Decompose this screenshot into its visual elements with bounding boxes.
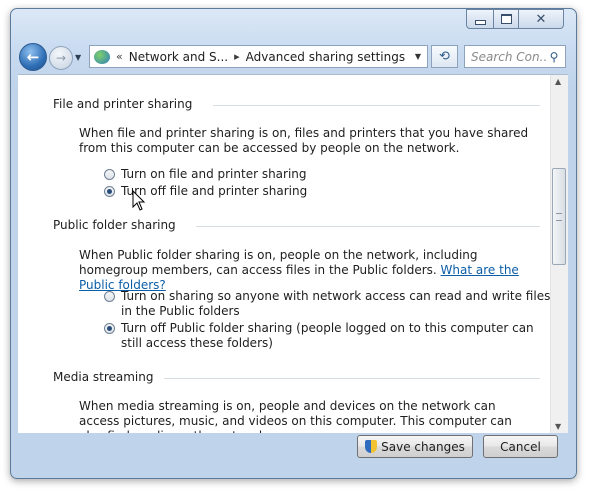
recent-pages-dropdown[interactable]: ▼ [75,53,81,62]
maximize-icon [500,14,512,24]
divider [196,226,540,227]
media-streaming-description: When media streaming is on, people and d… [79,399,512,433]
save-changes-button[interactable]: Save changes [357,435,473,458]
search-input[interactable]: Search Con... [465,50,546,64]
close-button[interactable]: ✕ [518,9,564,29]
radio-label[interactable]: Turn on file and printer sharing [121,167,551,182]
section-title-media-streaming: Media streaming [53,370,154,384]
radio-label[interactable]: Turn off Public folder sharing (people l… [121,321,551,351]
back-arrow-icon: ← [26,48,40,66]
breadcrumb-advanced-sharing[interactable]: Advanced sharing settings [246,50,405,64]
address-bar[interactable]: « Network and S... ▸ Advanced sharing se… [89,45,428,68]
scrollbar-thumb[interactable] [552,168,566,265]
radio-public-sharing-on[interactable]: Turn on sharing so anyone with network a… [104,289,551,319]
vertical-scrollbar[interactable]: ▲ ▼ [550,75,568,433]
minimize-icon [474,19,486,25]
radio-label[interactable]: Turn on sharing so anyone with network a… [121,289,551,319]
minimize-button[interactable] [466,9,494,29]
public-folder-description: When Public folder sharing is on, people… [79,248,534,293]
radio-public-sharing-off[interactable]: Turn off Public folder sharing (people l… [104,321,551,351]
back-button[interactable]: ← [19,43,47,71]
refresh-button[interactable]: ⟲ [431,45,458,68]
close-icon: ✕ [535,11,547,27]
section-title-public-folder: Public folder sharing [53,218,176,232]
breadcrumb-separator[interactable]: ▸ [234,50,240,63]
cancel-button[interactable]: Cancel [483,435,558,458]
file-printer-description: When file and printer sharing is on, fil… [79,126,529,155]
address-dropdown-icon[interactable]: ▼ [415,52,421,61]
forward-arrow-icon: → [55,51,67,65]
public-folder-text: When Public folder sharing is on, people… [79,248,478,277]
cancel-button-label: Cancel [500,439,541,454]
radio-button-selected[interactable] [104,186,115,197]
settings-content: File and printer sharing When file and p… [18,74,568,433]
divider [164,378,540,379]
section-title-file-printer: File and printer sharing [53,97,193,111]
explorer-window: ✕ ← → ▼ « Network and S... ▸ Advanced sh… [10,8,577,479]
forward-button[interactable]: → [49,46,73,70]
search-icon[interactable]: ⚲ [546,50,562,64]
save-button-label: Save changes [381,439,465,454]
search-box[interactable]: Search Con... ⚲ [464,45,566,68]
mouse-pointer-icon [132,190,146,211]
radio-button-selected[interactable] [104,323,115,334]
radio-button[interactable] [104,169,115,180]
refresh-icon: ⟲ [439,49,450,64]
radio-label[interactable]: Turn off file and printer sharing [121,184,551,199]
radio-file-printer-on[interactable]: Turn on file and printer sharing [104,167,551,182]
scroll-up-icon[interactable]: ▲ [555,77,561,86]
uac-shield-icon [365,440,378,453]
scroll-down-icon[interactable]: ▼ [555,422,561,431]
maximize-button[interactable] [493,9,519,29]
breadcrumb-network[interactable]: Network and S... [129,50,228,64]
overflow-chevron[interactable]: « [116,50,123,63]
radio-button[interactable] [104,291,115,302]
grip-icon [556,212,562,221]
radio-file-printer-off[interactable]: Turn off file and printer sharing [104,184,551,199]
network-icon [94,49,110,64]
divider [213,105,540,106]
